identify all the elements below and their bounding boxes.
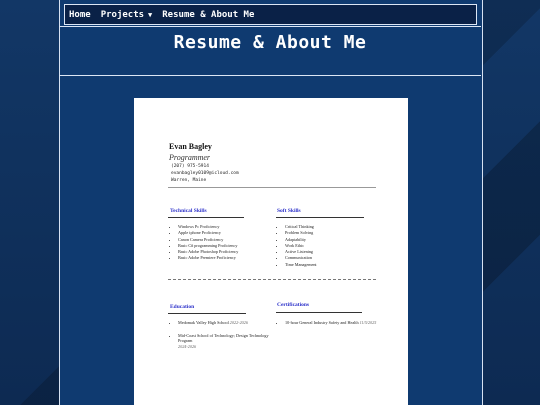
- nav-resume-link[interactable]: Resume & About Me: [162, 10, 254, 20]
- list-item: Problem Solving: [285, 230, 317, 236]
- list-item: Mid-Coast School of Technology; Design T…: [178, 333, 272, 350]
- technical-skills-list: Windows Pc Proficiency Apple iphone Prof…: [172, 224, 238, 262]
- education-school: Medomak Valley High School: [178, 320, 229, 325]
- list-item: 10-hour General Industry Safety and Heal…: [285, 320, 381, 326]
- section-title-education: Education: [170, 304, 195, 310]
- resume-divider: [168, 187, 376, 188]
- divider: [59, 26, 481, 27]
- education-dates: 2024-2026: [178, 343, 197, 349]
- certification-text: 10-hour General Industry Safety and Heal…: [285, 320, 359, 325]
- nav-projects-dropdown[interactable]: Projects ▼: [101, 10, 153, 20]
- top-navigation: Home Projects ▼ Resume & About Me: [64, 4, 477, 25]
- contact-location: Warren, Maine: [171, 178, 207, 183]
- soft-skills-list: Critical Thinking Problem Solving Adapta…: [279, 224, 317, 268]
- list-item: Medomak Valley High School 2022-2026: [178, 320, 272, 326]
- list-item: Basic Adobe Premiere Proficiency: [178, 255, 238, 261]
- education-dates: 2022-2026: [229, 320, 248, 325]
- nav-home-link[interactable]: Home: [69, 10, 91, 20]
- list-item: Time Management: [285, 262, 317, 268]
- certification-date: 11/5/2025: [359, 320, 377, 325]
- list-item: Communication: [285, 255, 317, 261]
- education-school: Mid-Coast School of Technology; Design T…: [178, 332, 269, 344]
- section-separator: [168, 279, 376, 280]
- nav-projects-label: Projects: [100, 9, 145, 20]
- certifications-list: 10-hour General Industry Safety and Heal…: [279, 320, 381, 333]
- contact-phone: (207) 975-5914: [171, 164, 209, 169]
- nav-resume-label: Resume & About Me: [162, 9, 255, 20]
- section-title-certifications: Certifications: [277, 302, 310, 308]
- nav-home-label: Home: [69, 9, 91, 20]
- contact-email: evanbagley0109@icloud.com: [171, 171, 239, 176]
- page-title: Resume & About Me: [173, 32, 367, 53]
- section-title-soft-skills: Soft Skills: [277, 208, 301, 214]
- education-list: Medomak Valley High School 2022-2026 Mid…: [172, 320, 272, 356]
- section-underline: [276, 312, 362, 313]
- section-underline: [276, 217, 364, 218]
- resume-document: Evan Bagley Programmer (207) 975-5914 ev…: [134, 98, 408, 405]
- resume-role: Programmer: [169, 153, 211, 162]
- section-title-technical-skills: Technical Skills: [170, 208, 207, 214]
- divider: [59, 75, 481, 76]
- section-underline: [168, 217, 244, 218]
- resume-name: Evan Bagley: [169, 142, 212, 151]
- section-underline: [168, 313, 246, 314]
- dropdown-caret-icon: ▼: [148, 10, 153, 19]
